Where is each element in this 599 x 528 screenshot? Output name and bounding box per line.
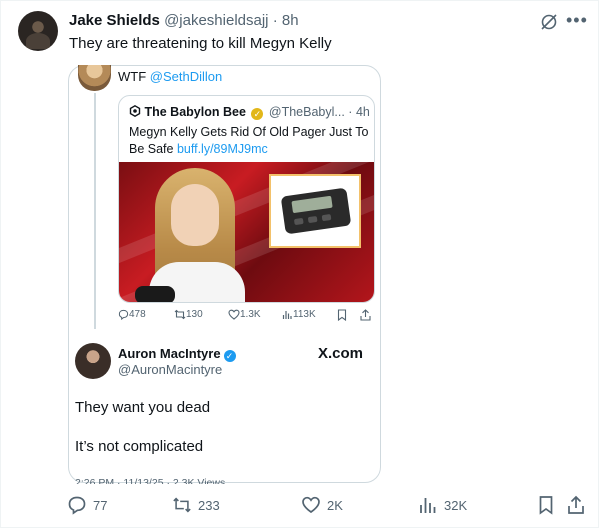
tweet-actions: 77 233 2K 32K xyxy=(61,495,591,517)
reply-author-avatar xyxy=(75,343,111,379)
reply-icon xyxy=(118,309,129,321)
reply-author-name-row: Auron MacIntyre ✓ xyxy=(118,346,236,362)
author-name[interactable]: Jake Shields xyxy=(69,12,160,29)
share-button[interactable] xyxy=(566,495,586,515)
tweet-text: They are threatening to kill Megyn Kelly xyxy=(69,35,332,52)
tweet-card[interactable]: Jake Shields @jakeshieldsajj · 8h ••• Th… xyxy=(0,0,599,528)
repost-icon xyxy=(173,497,191,513)
xcom-watermark: X.com xyxy=(318,345,364,362)
quoted-author-handle: @TheBabyl... xyxy=(268,105,345,119)
small-like-stat: 1.3K xyxy=(228,309,261,321)
like-count: 2K xyxy=(327,497,343,513)
reply-author-name: Auron MacIntyre xyxy=(118,346,221,361)
pager-inset xyxy=(269,174,361,248)
bookmark-icon xyxy=(539,496,553,515)
views-button[interactable]: 32K xyxy=(418,495,467,515)
small-share-icon xyxy=(360,309,371,324)
microphone xyxy=(135,286,175,302)
reply-footer-clipped: 2:26 PM · 11/13/25 · 2.3K Views xyxy=(75,477,226,484)
header-separator: · xyxy=(272,12,278,29)
author-handle[interactable]: @jakeshieldsajj xyxy=(164,12,268,29)
parent-text: WTF @SethDillon xyxy=(118,69,222,85)
reply-author-handle: @AuronMacintyre xyxy=(118,362,223,377)
quoted-image xyxy=(119,162,374,302)
reply-icon xyxy=(68,496,86,515)
thread-line xyxy=(94,93,96,329)
share-icon xyxy=(568,495,584,514)
reply-button[interactable]: 77 xyxy=(67,495,107,515)
reply-count: 77 xyxy=(93,497,108,513)
views-icon xyxy=(420,498,436,513)
quoted-author-name: The Babylon Bee xyxy=(144,105,246,119)
quoted-link: buff.ly/89MJ9mc xyxy=(176,142,268,156)
heart-icon xyxy=(302,496,320,514)
small-bookmark-icon xyxy=(337,309,347,324)
tweet-time[interactable]: 8h xyxy=(282,12,299,29)
bookmark-button[interactable] xyxy=(536,495,556,515)
views-icon xyxy=(282,311,292,319)
gold-verified-icon: ✓ xyxy=(251,108,264,120)
small-repost-stat: 130 xyxy=(174,309,203,321)
like-button[interactable]: 2K xyxy=(301,495,343,515)
more-options-icon[interactable]: ••• xyxy=(566,10,588,31)
quoted-text: Megyn Kelly Gets Rid Of Old Pager Just T… xyxy=(129,124,369,158)
highlighted-line-2: It’s not complicated xyxy=(70,438,210,459)
babylon-bee-logo-icon xyxy=(129,104,141,118)
quoted-post-header: The Babylon Bee ✓ @TheBabyl... · 4h xyxy=(129,104,370,120)
small-reply-stat: 478 xyxy=(118,309,146,321)
tweet-header: Jake Shields @jakeshieldsajj · 8h xyxy=(69,11,299,31)
highlighted-line-1: They want you dead xyxy=(70,399,217,420)
quoted-separator: · xyxy=(348,105,353,119)
views-count: 32K xyxy=(444,497,468,513)
pager-icon xyxy=(280,187,352,235)
small-views-stat: 113K xyxy=(282,309,316,321)
grok-icon[interactable] xyxy=(539,12,559,32)
repost-icon xyxy=(174,309,186,320)
heart-icon xyxy=(228,309,240,320)
quoted-post: The Babylon Bee ✓ @TheBabyl... · 4h Megy… xyxy=(118,95,375,303)
parent-text-prefix: WTF xyxy=(118,69,150,84)
author-avatar[interactable] xyxy=(18,11,58,51)
verified-icon: ✓ xyxy=(223,350,236,362)
repost-count: 233 xyxy=(198,497,220,513)
woman-face xyxy=(171,184,219,246)
quoted-time: 4h xyxy=(355,105,370,119)
parent-mention: @SethDillon xyxy=(149,69,223,84)
repost-button[interactable]: 233 xyxy=(172,495,220,515)
